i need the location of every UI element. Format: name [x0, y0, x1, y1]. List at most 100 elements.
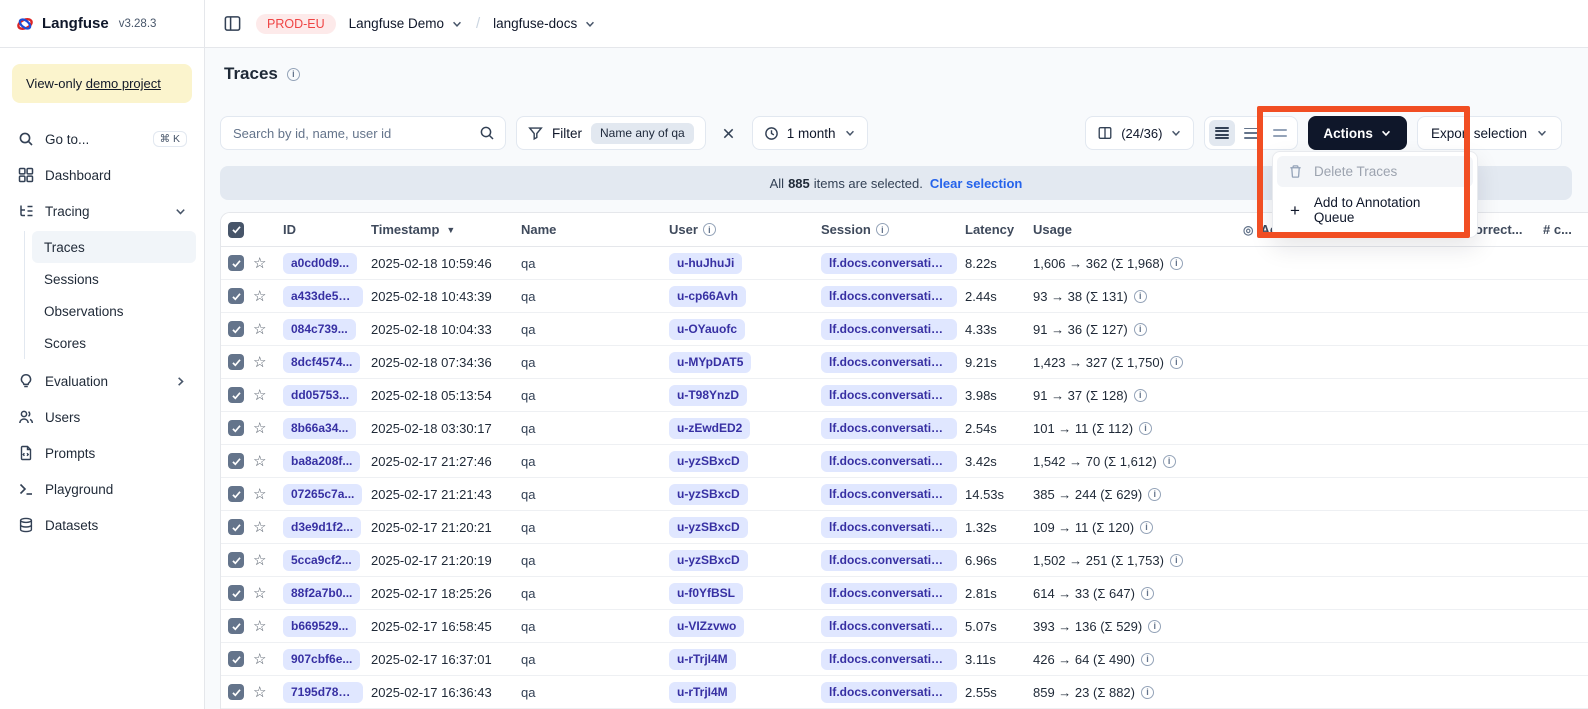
user-badge[interactable]: u-MYpDAT5 — [669, 352, 751, 373]
table-row[interactable]: ☆ 07265c7a... 2025-02-17 21:21:43 qa u-y… — [221, 478, 1588, 511]
user-badge[interactable]: u-yzSBxcD — [669, 484, 748, 505]
sidebar-item-evaluation[interactable]: Evaluation — [8, 363, 196, 399]
row-height-small-button[interactable] — [1209, 120, 1235, 146]
user-badge[interactable]: u-f0YfBSL — [669, 583, 743, 604]
session-badge[interactable]: lf.docs.conversation... — [821, 517, 957, 538]
sidebar-item-goto[interactable]: Go to... ⌘ K — [8, 121, 196, 157]
trace-id-badge[interactable]: 8dcf4574... — [283, 352, 360, 373]
sidebar-item-playground[interactable]: Playground — [8, 471, 196, 507]
row-star[interactable]: ☆ — [253, 520, 283, 535]
row-checkbox[interactable] — [221, 387, 253, 403]
sidebar-item-observations[interactable]: Observations — [32, 295, 196, 327]
star-icon[interactable]: ☆ — [253, 355, 266, 370]
star-icon[interactable]: ☆ — [253, 520, 266, 535]
row-checkbox[interactable] — [221, 618, 253, 634]
user-badge[interactable]: u-yzSBxcD — [669, 550, 748, 571]
info-icon[interactable]: i — [1141, 686, 1154, 699]
user-badge[interactable]: u-huJhuJi — [669, 253, 742, 274]
column-visibility-button[interactable]: (24/36) — [1085, 116, 1194, 150]
user-badge[interactable]: u-T98YnzD — [669, 385, 747, 406]
session-badge[interactable]: lf.docs.conversation... — [821, 616, 957, 637]
row-star[interactable]: ☆ — [253, 685, 283, 700]
table-row[interactable]: ☆ 88f2a7b0... 2025-02-17 18:25:26 qa u-f… — [221, 577, 1588, 610]
star-icon[interactable]: ☆ — [253, 388, 266, 403]
star-icon[interactable]: ☆ — [253, 322, 266, 337]
row-star[interactable]: ☆ — [253, 553, 283, 568]
filter-chip[interactable]: Name any of qa — [591, 123, 694, 144]
star-icon[interactable]: ☆ — [253, 652, 266, 667]
star-icon[interactable]: ☆ — [253, 454, 266, 469]
info-icon[interactable]: i — [703, 223, 716, 236]
session-badge[interactable]: lf.docs.conversation... — [821, 286, 957, 307]
user-badge[interactable]: u-rTrjI4M — [669, 682, 736, 703]
table-row[interactable]: ☆ 7195d78e... 2025-02-17 16:36:43 qa u-r… — [221, 676, 1588, 709]
clear-filter-icon[interactable] — [716, 120, 742, 146]
session-badge[interactable]: lf.docs.conversation... — [821, 451, 957, 472]
export-selection-button[interactable]: Export selection — [1417, 116, 1562, 150]
trace-id-badge[interactable]: a0cd0d9... — [283, 253, 357, 274]
demo-project-link[interactable]: demo project — [86, 76, 161, 91]
row-star[interactable]: ☆ — [253, 322, 283, 337]
info-icon[interactable]: i — [1170, 257, 1183, 270]
session-badge[interactable]: lf.docs.conversation... — [821, 484, 957, 505]
star-icon[interactable]: ☆ — [253, 487, 266, 502]
info-icon[interactable]: i — [1170, 356, 1183, 369]
star-icon[interactable]: ☆ — [253, 586, 266, 601]
table-row[interactable]: ☆ 8dcf4574... 2025-02-18 07:34:36 qa u-M… — [221, 346, 1588, 379]
session-badge[interactable]: lf.docs.conversation... — [821, 385, 957, 406]
sidebar-item-tracing[interactable]: Tracing — [8, 193, 196, 229]
row-star[interactable]: ☆ — [253, 454, 283, 469]
sidebar-toggle-icon[interactable] — [221, 13, 243, 35]
row-checkbox[interactable] — [221, 321, 253, 337]
sidebar-item-users[interactable]: Users — [8, 399, 196, 435]
info-icon[interactable]: i — [1139, 422, 1152, 435]
org-selector[interactable]: Langfuse Demo — [349, 16, 463, 31]
row-star[interactable]: ☆ — [253, 388, 283, 403]
table-row[interactable]: ☆ 8b66a34... 2025-02-18 03:30:17 qa u-zE… — [221, 412, 1588, 445]
trace-id-badge[interactable]: 88f2a7b0... — [283, 583, 360, 604]
table-row[interactable]: ☆ dd05753... 2025-02-18 05:13:54 qa u-T9… — [221, 379, 1588, 412]
trace-id-badge[interactable]: ba8a208f... — [283, 451, 360, 472]
row-star[interactable]: ☆ — [253, 421, 283, 436]
info-icon[interactable]: i — [1148, 488, 1161, 501]
time-range-select[interactable]: 1 month — [752, 116, 868, 150]
search-icon[interactable] — [479, 125, 495, 141]
trace-id-badge[interactable]: dd05753... — [283, 385, 357, 406]
table-row[interactable]: ☆ 907cbf6e... 2025-02-17 16:37:01 qa u-r… — [221, 643, 1588, 676]
row-checkbox[interactable] — [221, 684, 253, 700]
info-icon[interactable]: i — [287, 68, 300, 81]
row-checkbox[interactable] — [221, 354, 253, 370]
user-badge[interactable]: u-zEwdED2 — [669, 418, 750, 439]
table-row[interactable]: ☆ 084c739... 2025-02-18 10:04:33 qa u-OY… — [221, 313, 1588, 346]
info-icon[interactable]: i — [1134, 389, 1147, 402]
info-icon[interactable]: i — [1141, 653, 1154, 666]
sidebar-item-datasets[interactable]: Datasets — [8, 507, 196, 543]
info-icon[interactable]: i — [1170, 554, 1183, 567]
user-badge[interactable]: u-rTrjI4M — [669, 649, 736, 670]
actions-button[interactable]: Actions — [1308, 116, 1407, 150]
menu-item-delete-traces[interactable]: Delete Traces — [1277, 156, 1473, 187]
sidebar-item-scores[interactable]: Scores — [32, 327, 196, 359]
session-badge[interactable]: lf.docs.conversation... — [821, 253, 957, 274]
trace-id-badge[interactable]: a433de51... — [283, 286, 363, 307]
info-icon[interactable]: i — [876, 223, 889, 236]
row-star[interactable]: ☆ — [253, 586, 283, 601]
row-star[interactable]: ☆ — [253, 355, 283, 370]
trace-id-badge[interactable]: 907cbf6e... — [283, 649, 360, 670]
clear-selection-link[interactable]: Clear selection — [930, 176, 1023, 191]
info-icon[interactable]: i — [1134, 323, 1147, 336]
sidebar-item-dashboard[interactable]: Dashboard — [8, 157, 196, 193]
sidebar-item-traces[interactable]: Traces — [32, 231, 196, 263]
info-icon[interactable]: i — [1140, 521, 1153, 534]
table-row[interactable]: ☆ a0cd0d9... 2025-02-18 10:59:46 qa u-hu… — [221, 247, 1588, 280]
sidebar-item-sessions[interactable]: Sessions — [32, 263, 196, 295]
session-badge[interactable]: lf.docs.conversation... — [821, 319, 957, 340]
trace-id-badge[interactable]: 084c739... — [283, 319, 356, 340]
trace-id-badge[interactable]: 07265c7a... — [283, 484, 362, 505]
row-star[interactable]: ☆ — [253, 289, 283, 304]
row-checkbox[interactable] — [221, 255, 253, 271]
user-badge[interactable]: u-yzSBxcD — [669, 517, 748, 538]
star-icon[interactable]: ☆ — [253, 421, 266, 436]
search-input[interactable] — [233, 126, 479, 141]
session-badge[interactable]: lf.docs.conversation... — [821, 649, 957, 670]
